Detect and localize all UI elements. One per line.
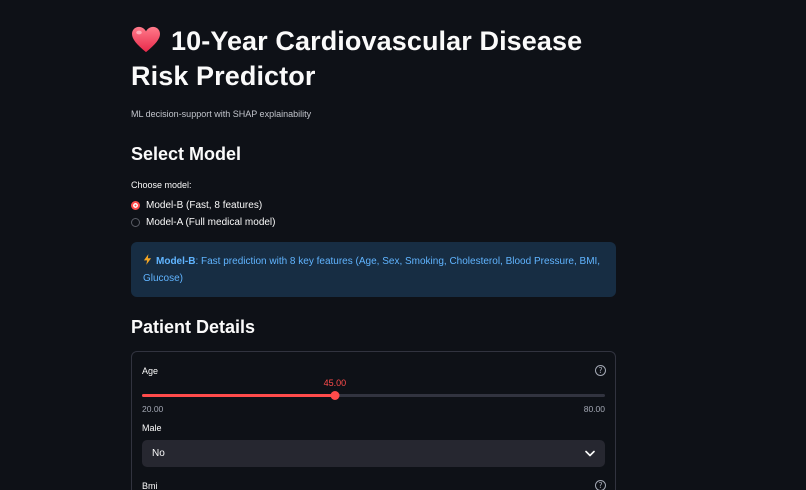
age-slider-value: 45.00: [323, 378, 347, 388]
male-label: Male: [142, 423, 162, 433]
male-select-value: No: [152, 448, 165, 459]
radio-model-b[interactable]: Model-B (Fast, 8 features): [131, 198, 262, 212]
radio-unselected-indicator[interactable]: [131, 217, 140, 227]
select-model-heading: Select Model: [131, 144, 242, 164]
age-slider[interactable]: [142, 391, 605, 400]
help-icon[interactable]: ?: [595, 365, 606, 376]
help-icon[interactable]: ?: [595, 480, 606, 490]
age-slider-thumb[interactable]: [330, 391, 340, 400]
app-page: 10-Year Cardiovascular Disease Risk Pred…: [0, 0, 806, 490]
heart-icon: [132, 26, 160, 53]
info-model-name: Model-B: [156, 256, 196, 267]
bmi-label: Bmi: [142, 481, 158, 490]
lightning-icon: [143, 254, 152, 265]
age-min-label: 20.00: [142, 404, 164, 414]
info-description: : Fast prediction with 8 key features (A…: [143, 256, 601, 284]
age-max-label: 80.00: [583, 404, 605, 414]
page-title: 10-Year Cardiovascular Disease Risk Pred…: [131, 24, 631, 94]
model-info-alert: Model-B: Fast prediction with 8 key feat…: [131, 242, 616, 297]
male-select[interactable]: No: [142, 440, 605, 467]
radio-model-a[interactable]: Model-A (Full medical model): [131, 215, 276, 229]
patient-details-heading: Patient Details: [131, 317, 256, 337]
age-label: Age: [142, 366, 159, 376]
age-slider-fill: [142, 394, 335, 397]
chevron-down-icon[interactable]: [585, 450, 595, 457]
radio-model-a-label[interactable]: Model-A (Full medical model): [146, 217, 276, 228]
radio-model-b-label[interactable]: Model-B (Fast, 8 features): [146, 200, 262, 211]
radio-selected-indicator[interactable]: [131, 200, 140, 210]
patient-form: Age ? 45.00 20.00 80.00 Male No Bmi ?: [131, 351, 616, 490]
page-title-text: 10-Year Cardiovascular Disease Risk Pred…: [131, 26, 583, 91]
page-subtitle: ML decision-support with SHAP explainabi…: [131, 109, 312, 119]
choose-model-label: Choose model:: [131, 180, 192, 190]
